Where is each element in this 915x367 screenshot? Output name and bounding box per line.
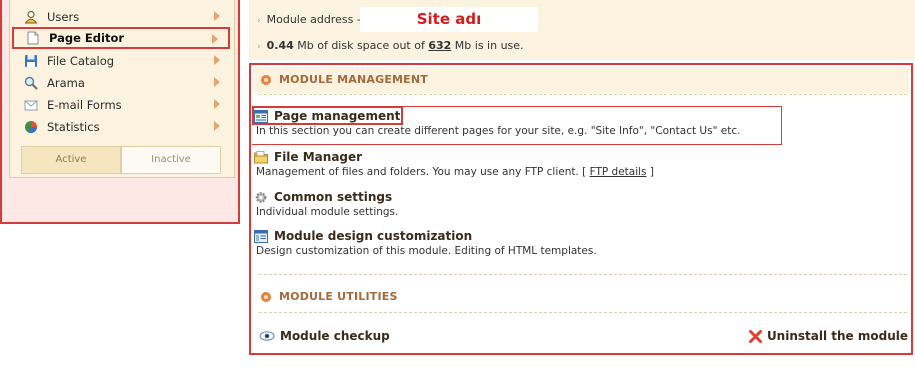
chevron-right-icon bbox=[212, 34, 218, 44]
module-checkup-link[interactable]: Module checkup bbox=[259, 329, 390, 343]
module-address-label: Module address - bbox=[266, 13, 361, 26]
section-bullet-icon bbox=[261, 74, 271, 85]
chevron-right-icon bbox=[214, 77, 220, 87]
design-customization-link[interactable]: Module design customization bbox=[274, 229, 472, 243]
highlight-border bbox=[403, 106, 782, 107]
sidebar-item-arama[interactable]: Arama bbox=[12, 72, 230, 94]
highlight-border bbox=[781, 106, 782, 145]
sidebar-item-label: Arama bbox=[47, 76, 85, 90]
floppy-disk-icon bbox=[24, 54, 38, 68]
sidebar-item-label: Statistics bbox=[47, 120, 100, 134]
file-manager-link[interactable]: File Manager bbox=[274, 150, 362, 164]
page-icon bbox=[26, 31, 40, 45]
chevron-right-icon bbox=[214, 99, 220, 109]
sidebar-item-label: Page Editor bbox=[49, 31, 125, 45]
sidebar-item-users[interactable]: Users bbox=[12, 6, 230, 28]
bullet-icon: › bbox=[257, 42, 261, 52]
page-management-link[interactable]: Page management bbox=[274, 109, 400, 123]
disk-total-value: 632 bbox=[428, 39, 452, 52]
sidebar-item-label: Users bbox=[47, 10, 80, 24]
tab-active[interactable]: Active bbox=[21, 146, 121, 174]
divider bbox=[259, 94, 907, 95]
ftp-details-link[interactable]: FTP details bbox=[590, 166, 647, 178]
file-manager-desc-text: Management of files and folders. You may… bbox=[256, 166, 590, 178]
sidebar-item-file-catalog[interactable]: File Catalog bbox=[12, 50, 230, 72]
page-management-desc: In this section you can create different… bbox=[256, 125, 741, 137]
module-checkup-label: Module checkup bbox=[280, 329, 390, 343]
module-info-header: › Module address - Site adı › 0.44 Mb of d… bbox=[249, 0, 915, 60]
common-settings-desc: Individual module settings. bbox=[256, 206, 399, 218]
magnifier-icon bbox=[24, 76, 38, 90]
tab-inactive[interactable]: Inactive bbox=[121, 146, 221, 174]
module-address-line: › Module address - bbox=[257, 13, 361, 26]
red-x-icon bbox=[748, 329, 762, 343]
sidebar-tabs: Active Inactive bbox=[21, 146, 221, 174]
user-icon bbox=[24, 10, 38, 24]
divider bbox=[259, 312, 907, 313]
uninstall-module-link[interactable]: Uninstall the module bbox=[748, 329, 908, 343]
chevron-right-icon bbox=[214, 55, 220, 65]
common-settings-link[interactable]: Common settings bbox=[274, 190, 392, 204]
sidebar: Users Page Editor File Catalog Arama E-m… bbox=[0, 0, 242, 367]
section-title-text: MODULE MANAGEMENT bbox=[279, 73, 429, 86]
page-management-entry: Page management In this section you can … bbox=[254, 109, 740, 137]
divider bbox=[259, 274, 907, 275]
disk-used-value: 0.44 bbox=[266, 39, 294, 52]
file-manager-desc: Management of files and folders. You may… bbox=[254, 166, 654, 178]
section-bullet-icon bbox=[261, 291, 271, 302]
section-title-text: MODULE UTILITIES bbox=[279, 290, 398, 303]
gear-icon bbox=[254, 191, 268, 204]
folder-icon bbox=[254, 150, 268, 164]
eye-icon bbox=[259, 330, 275, 342]
uninstall-module-label: Uninstall the module bbox=[766, 329, 908, 343]
disk-usage-line: › 0.44 Mb of disk space out of 632 Mb is … bbox=[257, 39, 524, 52]
highlight-border bbox=[252, 144, 782, 145]
file-manager-entry: File Manager Management of files and fol… bbox=[254, 150, 654, 178]
module-management-panel: MODULE MANAGEMENT Page management In thi… bbox=[249, 63, 913, 355]
pie-chart-icon bbox=[24, 120, 38, 134]
sidebar-item-label: E-mail Forms bbox=[47, 98, 122, 112]
common-settings-entry: Common settings Individual module settin… bbox=[254, 190, 398, 218]
chevron-right-icon bbox=[214, 121, 220, 131]
page-grid-icon bbox=[254, 109, 268, 123]
bullet-icon: › bbox=[257, 16, 261, 26]
sidebar-item-page-editor[interactable]: Page Editor bbox=[12, 27, 230, 49]
file-manager-desc-suffix: ] bbox=[646, 166, 654, 178]
sidebar-item-label: File Catalog bbox=[47, 54, 115, 68]
disk-text-1: Mb of disk space out of bbox=[293, 39, 429, 52]
envelope-icon bbox=[24, 98, 38, 112]
design-customization-desc: Design customization of this module. Edi… bbox=[256, 245, 597, 257]
sidebar-item-statistics[interactable]: Statistics bbox=[12, 116, 230, 138]
layout-icon bbox=[254, 229, 268, 243]
design-customization-entry: Module design customization Design custo… bbox=[254, 229, 597, 257]
module-management-title: MODULE MANAGEMENT bbox=[261, 73, 428, 86]
module-utilities-title: MODULE UTILITIES bbox=[261, 290, 398, 303]
disk-text-2: Mb is in use. bbox=[451, 39, 524, 52]
sidebar-item-email-forms[interactable]: E-mail Forms bbox=[12, 94, 230, 116]
site-name: Site adı bbox=[360, 7, 538, 32]
chevron-right-icon bbox=[214, 11, 220, 21]
